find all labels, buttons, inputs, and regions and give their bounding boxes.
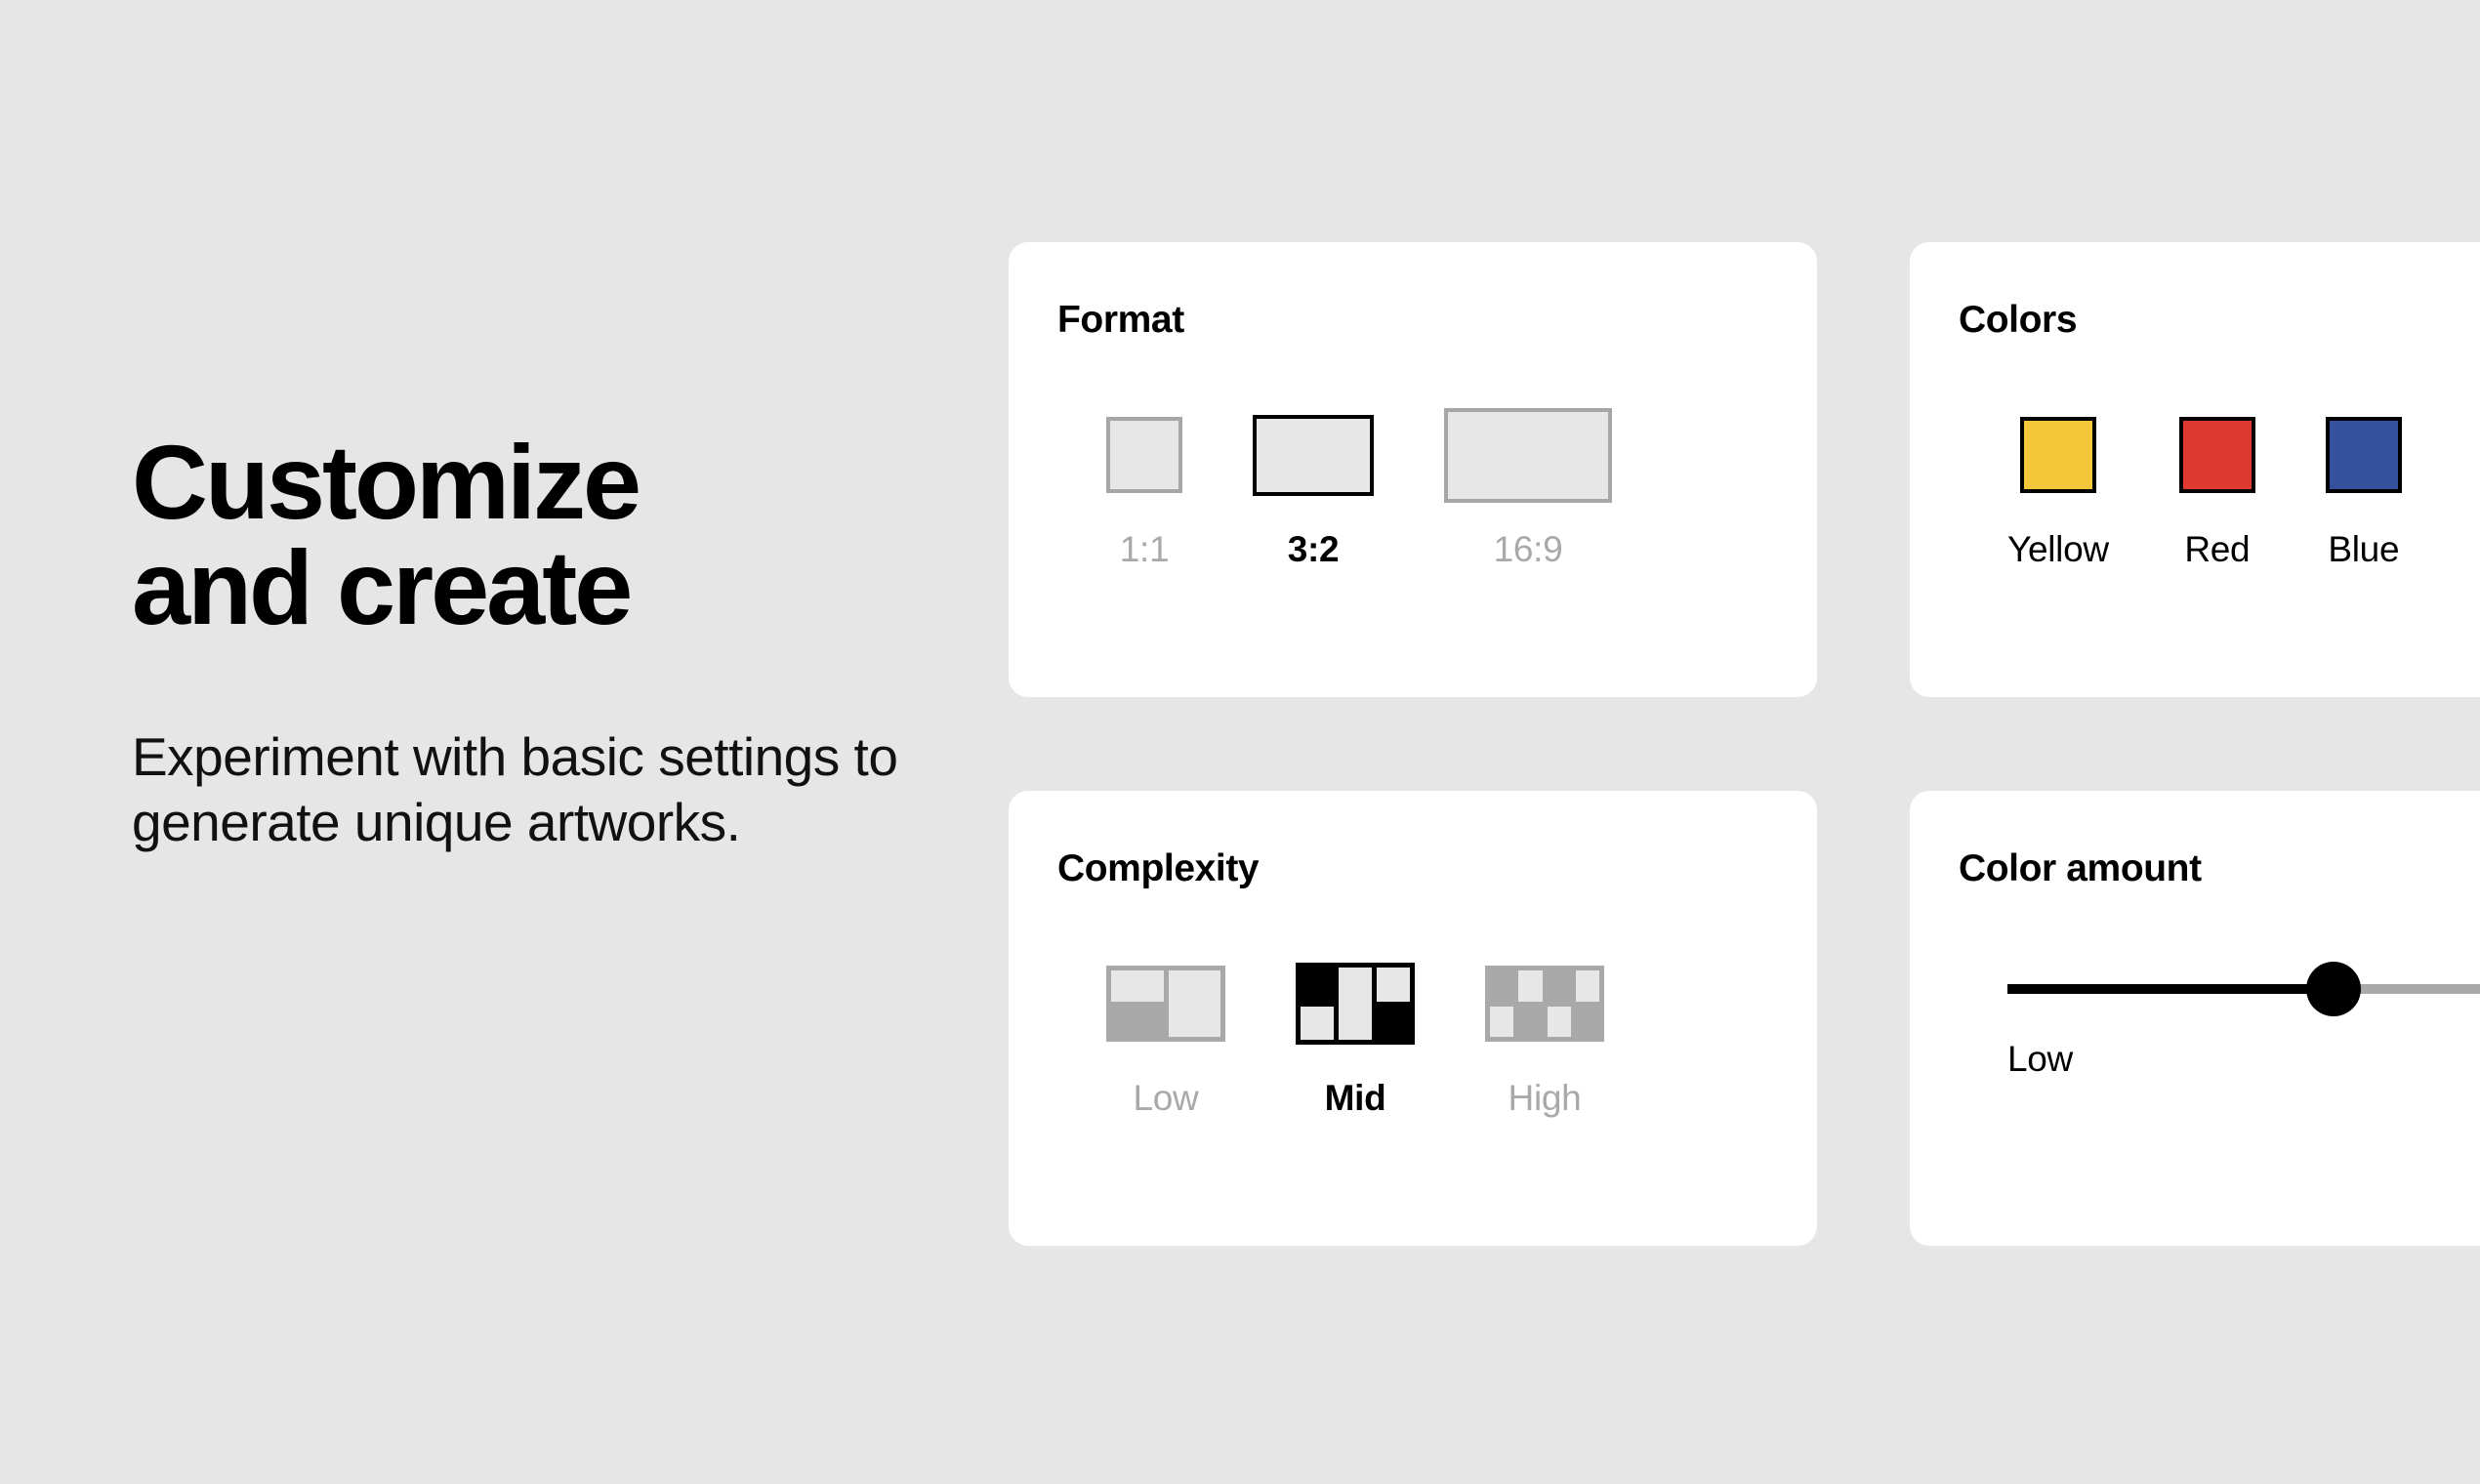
- grid-pattern-high-icon: [1485, 955, 1604, 1052]
- colors-option-list: Yellow Red Blue: [1959, 406, 2480, 570]
- card-row-top: Format 1:1 3:2 16:9 Colors Yellow Red Bl…: [1009, 242, 2480, 697]
- complexity-option-mid[interactable]: Mid: [1296, 955, 1415, 1119]
- color-amount-value-label: Low: [2007, 1039, 2073, 1079]
- format-option-list: 1:1 3:2 16:9: [1057, 406, 1768, 570]
- color-chip-red: [2178, 417, 2255, 493]
- complexity-option-high[interactable]: High: [1485, 955, 1604, 1119]
- color-option-label: Yellow: [2007, 529, 2109, 569]
- color-swatch-yellow-icon: [2019, 406, 2096, 504]
- complexity-option-label: Mid: [1324, 1078, 1386, 1118]
- aspect-ratio-3-2-icon: [1253, 406, 1374, 504]
- colors-card-title: Colors: [1959, 299, 2078, 341]
- page-subtitle: Experiment with basic settings to genera…: [132, 726, 898, 853]
- color-amount-slider-wrap: Low: [1959, 962, 2480, 1080]
- color-option-label: Red: [2184, 529, 2251, 569]
- card-row-bottom: Complexity Low Mid High Color amount Low: [1009, 791, 2480, 1246]
- format-card-title: Format: [1057, 299, 1184, 341]
- color-option-label: Blue: [2328, 529, 2400, 569]
- page-title: Customize and create: [132, 423, 641, 646]
- format-option-3-2[interactable]: 3:2: [1253, 406, 1374, 570]
- grid-pattern-mid-icon: [1296, 955, 1415, 1052]
- settings-card-grid: Format 1:1 3:2 16:9 Colors Yellow Red Bl…: [1009, 242, 2480, 1340]
- color-swatch-red-icon: [2178, 406, 2255, 504]
- format-option-1-1[interactable]: 1:1: [1106, 406, 1182, 570]
- format-option-label: 1:1: [1119, 529, 1170, 569]
- complexity-option-low[interactable]: Low: [1106, 955, 1225, 1119]
- color-option-yellow[interactable]: Yellow: [2007, 406, 2109, 570]
- complexity-option-list: Low Mid High: [1057, 955, 1768, 1119]
- color-amount-card: Color amount Low: [1910, 791, 2480, 1246]
- format-option-label: 16:9: [1493, 529, 1563, 569]
- color-chip-yellow: [2019, 417, 2096, 493]
- color-option-blue[interactable]: Blue: [2325, 406, 2402, 570]
- hero-section: Customize and create Experiment with bas…: [132, 430, 903, 855]
- grid-pattern-low-icon: [1106, 955, 1225, 1052]
- slider-thumb[interactable]: [2306, 962, 2362, 1016]
- format-card: Format 1:1 3:2 16:9: [1009, 242, 1817, 697]
- complexity-option-label: High: [1508, 1078, 1582, 1118]
- color-chip-blue: [2325, 417, 2402, 493]
- color-amount-slider[interactable]: [2007, 962, 2480, 1016]
- complexity-option-label: Low: [1133, 1078, 1199, 1118]
- format-option-label: 3:2: [1287, 529, 1340, 569]
- complexity-card: Complexity Low Mid High: [1009, 791, 1817, 1246]
- color-swatch-blue-icon: [2325, 406, 2402, 504]
- complexity-card-title: Complexity: [1057, 847, 1260, 889]
- colors-card: Colors Yellow Red Blue: [1910, 242, 2480, 697]
- aspect-ratio-16-9-icon: [1444, 406, 1612, 504]
- color-amount-card-title: Color amount: [1959, 847, 2202, 889]
- color-option-red[interactable]: Red: [2178, 406, 2255, 570]
- aspect-ratio-1-1-icon: [1106, 406, 1182, 504]
- slider-fill: [2007, 984, 2335, 994]
- format-option-16-9[interactable]: 16:9: [1444, 406, 1612, 570]
